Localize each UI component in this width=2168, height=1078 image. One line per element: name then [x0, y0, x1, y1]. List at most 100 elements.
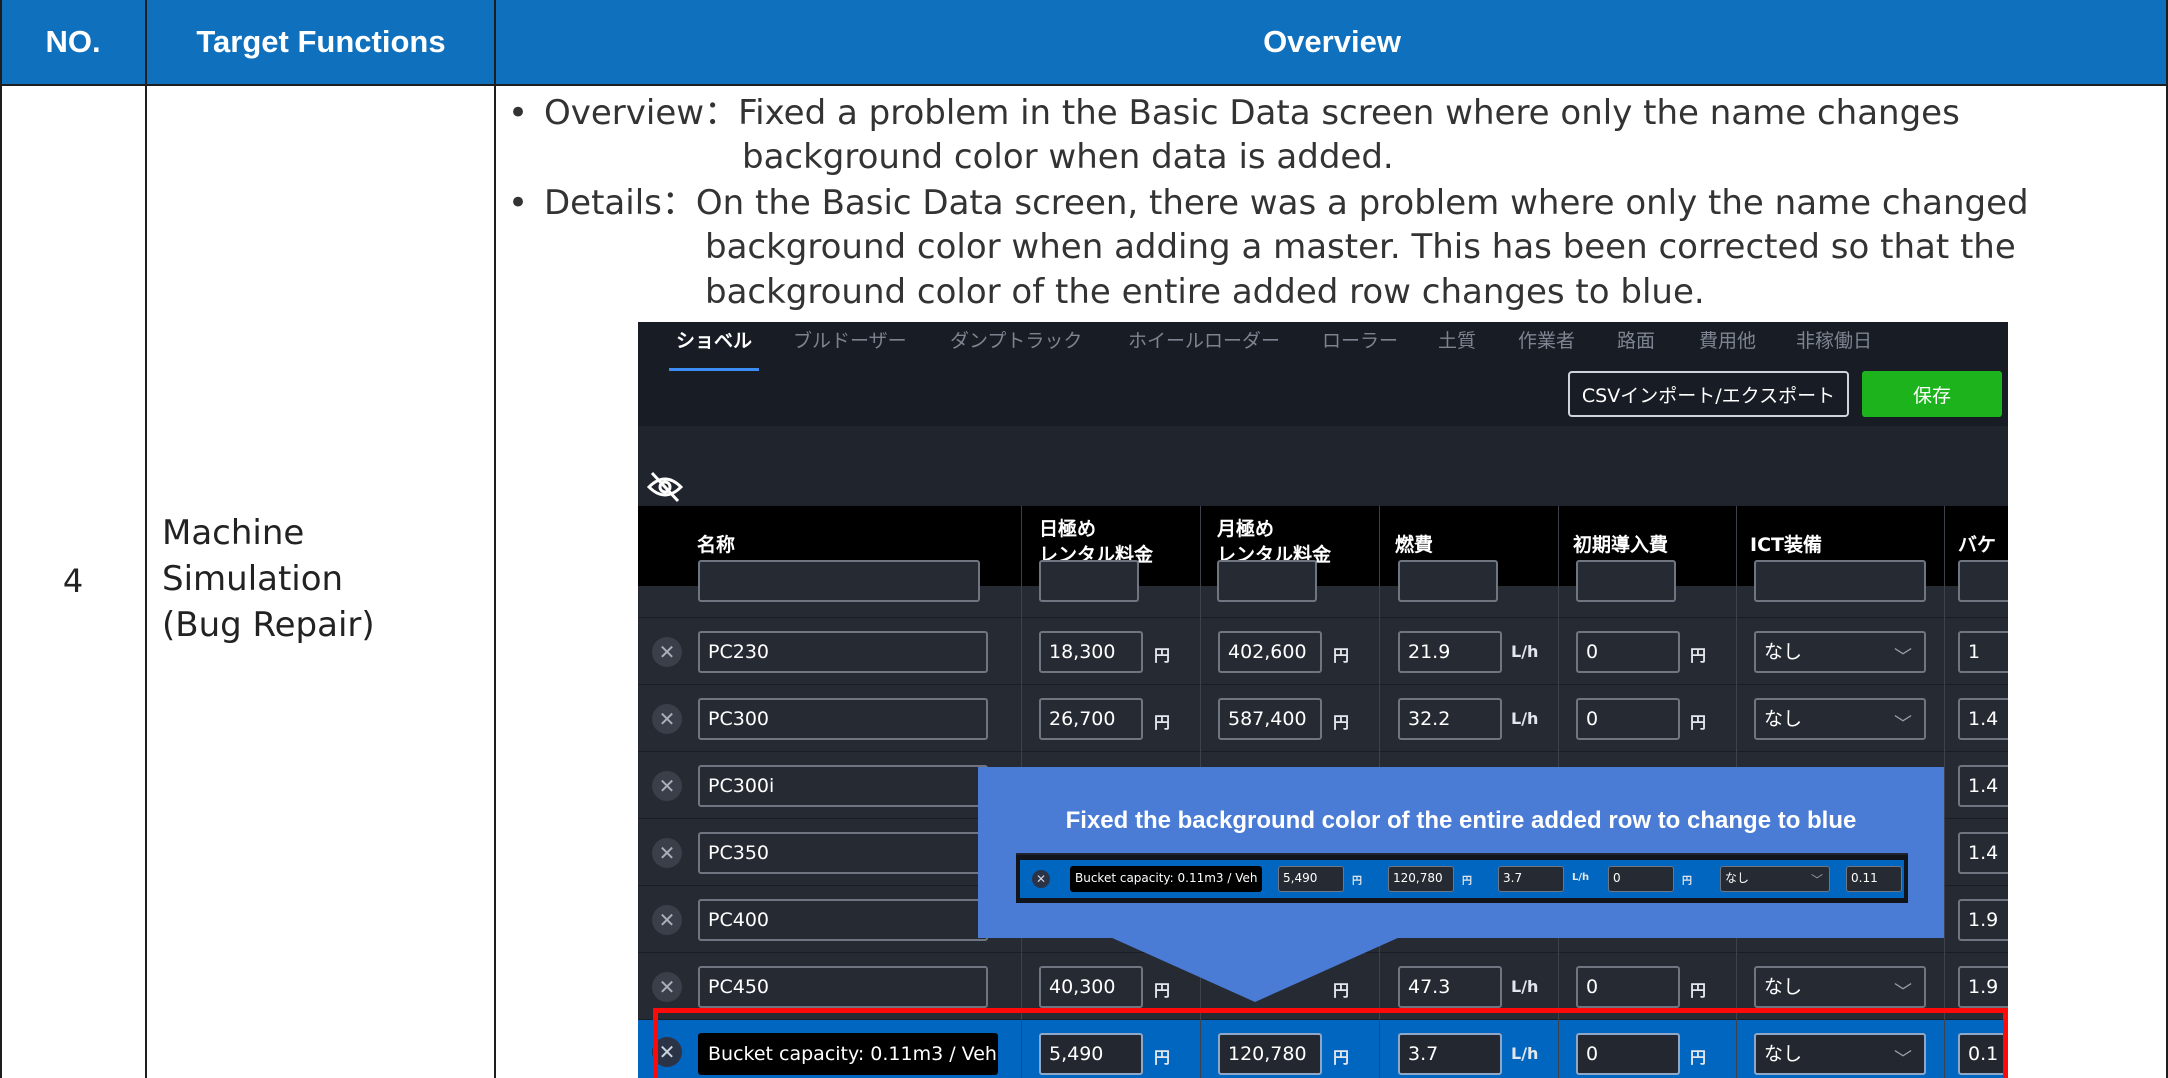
tab-worker[interactable]: 作業者 [1518, 326, 1575, 353]
bucket-field[interactable]: 1.9 [1958, 899, 2008, 941]
tab-soil[interactable]: 土質 [1438, 326, 1476, 353]
name-field[interactable] [698, 560, 980, 602]
chevron-down-icon: ﹀ [1894, 714, 1912, 735]
ict-select[interactable] [1754, 560, 1926, 602]
mini-name-field: Bucket capacity: 0.11m3 / Veh [1070, 866, 1262, 892]
bucket-field[interactable]: 1.4 [1958, 832, 2008, 874]
target-function-line: Simulation [162, 559, 344, 599]
name-field[interactable]: PC230 [698, 631, 988, 673]
table-row: ✕ PC230 18,300 円 402,600 円 21.9 L/h 0 円 … [638, 618, 2008, 685]
target-function-line: Machine [162, 513, 305, 553]
bucket-field[interactable]: 1.4 [1958, 698, 2008, 740]
mini-bucket-field: 0.11 [1846, 866, 1902, 892]
callout-mini-row: ✕ Bucket capacity: 0.11m3 / Veh 5,490 円 … [1016, 853, 1908, 903]
lh-unit: L/h [1511, 642, 1539, 661]
initial-cost-field[interactable]: 0 [1576, 966, 1680, 1008]
col-ict: ICT装備 [1750, 534, 1822, 556]
lh-unit: L/h [1511, 977, 1539, 996]
ict-select[interactable]: なし ﹀ [1754, 698, 1926, 740]
daily-rental-field[interactable]: 26,700 [1039, 698, 1143, 740]
delete-row-icon[interactable]: ✕ [652, 771, 682, 801]
tab-dump-truck[interactable]: ダンプトラック [950, 326, 1082, 353]
name-field[interactable]: PC300i [698, 765, 988, 807]
bucket-field[interactable] [1958, 560, 2008, 602]
fuel-field[interactable]: 47.3 [1398, 966, 1502, 1008]
bucket-field[interactable]: 1 [1958, 631, 2008, 673]
yen-unit: 円 [1154, 713, 1171, 732]
table-divider-2 [494, 0, 496, 1078]
details-line-1: Details：On the Basic Data screen, there … [544, 183, 2029, 223]
tab-roller[interactable]: ローラー [1322, 326, 1398, 353]
tab-shovel[interactable]: ショベル [676, 326, 752, 353]
lh-unit: L/h [1572, 872, 1590, 883]
tab-wheel-loader[interactable]: ホイールローダー [1128, 326, 1280, 353]
delete-row-icon[interactable]: ✕ [652, 972, 682, 1002]
callout-arrow [1110, 937, 1400, 1002]
tab-bar: ショベル ブルドーザー ダンプトラック ホイールローダー ローラー 土質 作業者… [638, 322, 2008, 426]
daily-rental-field[interactable] [1039, 560, 1139, 602]
bucket-field[interactable]: 1.4 [1958, 765, 2008, 807]
name-field[interactable]: PC350 [698, 832, 988, 874]
ict-select-value: なし [1764, 708, 1803, 730]
name-field[interactable]: PC300 [698, 698, 988, 740]
daily-rental-field[interactable]: 18,300 [1039, 631, 1143, 673]
tab-non-working-days[interactable]: 非稼働日 [1796, 326, 1872, 353]
lh-unit: L/h [1511, 709, 1539, 728]
row-number: 4 [62, 562, 84, 600]
delete-row-icon[interactable]: ✕ [652, 905, 682, 935]
yen-unit: 円 [1333, 713, 1350, 732]
fuel-field[interactable]: 32.2 [1398, 698, 1502, 740]
mini-added-row: ✕ Bucket capacity: 0.11m3 / Veh 5,490 円 … [1020, 860, 1904, 898]
column-separator [1944, 506, 1945, 1078]
delete-row-icon[interactable]: ✕ [652, 637, 682, 667]
target-function: Machine Simulation (Bug Repair) [162, 510, 482, 648]
col-fuel: 燃費 [1395, 534, 1434, 556]
table-row: ✕ PC300 26,700 円 587,400 円 32.2 L/h 0 円 … [638, 685, 2008, 752]
initial-cost-field[interactable]: 0 [1576, 631, 1680, 673]
chevron-down-icon: ﹀ [1894, 982, 1912, 1003]
yen-unit: 円 [1690, 981, 1707, 1000]
tab-bulldozer[interactable]: ブルドーザー [793, 326, 907, 353]
highlight-frame [653, 1008, 2008, 1078]
ict-select-value: なし [1764, 976, 1803, 998]
fuel-field[interactable] [1398, 560, 1498, 602]
name-field[interactable]: PC450 [698, 966, 988, 1008]
monthly-rental-field[interactable]: 402,600 [1218, 631, 1322, 673]
header-no: NO. [0, 0, 146, 84]
monthly-rental-field[interactable] [1217, 560, 1317, 602]
yen-unit: 円 [1690, 713, 1707, 732]
monthly-rental-field[interactable]: 587,400 [1218, 698, 1322, 740]
bullet-overview: • Overview：Fixed a problem in the Basic D… [508, 91, 1960, 135]
bullet-details: • Details：On the Basic Data screen, there… [508, 181, 2029, 225]
initial-cost-field[interactable] [1576, 560, 1676, 602]
save-button[interactable]: 保存 [1862, 371, 2002, 417]
active-tab-indicator [669, 368, 759, 371]
overview-line-1: Overview：Fixed a problem in the Basic Da… [544, 93, 1960, 133]
header-overview: Overview [496, 0, 2168, 84]
yen-unit: 円 [1352, 876, 1362, 887]
col-daily-rental-line: 日極め [1039, 518, 1097, 540]
delete-row-icon[interactable]: ✕ [652, 838, 682, 868]
chevron-down-icon: ﹀ [1894, 647, 1912, 668]
delete-row-icon[interactable]: ✕ [652, 704, 682, 734]
yen-unit: 円 [1462, 876, 1472, 887]
eye-slash-icon[interactable] [646, 470, 684, 504]
tab-road[interactable]: 路面 [1617, 326, 1655, 353]
bucket-field[interactable]: 1.9 [1958, 966, 2008, 1008]
name-field[interactable]: PC400 [698, 899, 988, 941]
ict-select[interactable]: なし ﹀ [1754, 631, 1926, 673]
mini-daily-field: 5,490 [1278, 866, 1344, 892]
csv-import-export-button[interactable]: CSVインポート/エクスポート [1568, 371, 1849, 417]
yen-unit: 円 [1682, 876, 1692, 887]
yen-unit: 円 [1690, 646, 1707, 665]
delete-row-icon: ✕ [1032, 870, 1050, 888]
yen-unit: 円 [1154, 646, 1171, 665]
tab-costs[interactable]: 費用他 [1699, 326, 1756, 353]
ict-select[interactable]: なし ﹀ [1754, 966, 1926, 1008]
overview-line-2: background color when data is added. [742, 137, 1394, 177]
yen-unit: 円 [1333, 646, 1350, 665]
ict-select-value: なし [1764, 641, 1803, 663]
fuel-field[interactable]: 21.9 [1398, 631, 1502, 673]
initial-cost-field[interactable]: 0 [1576, 698, 1680, 740]
header-target-functions: Target Functions [146, 0, 496, 84]
